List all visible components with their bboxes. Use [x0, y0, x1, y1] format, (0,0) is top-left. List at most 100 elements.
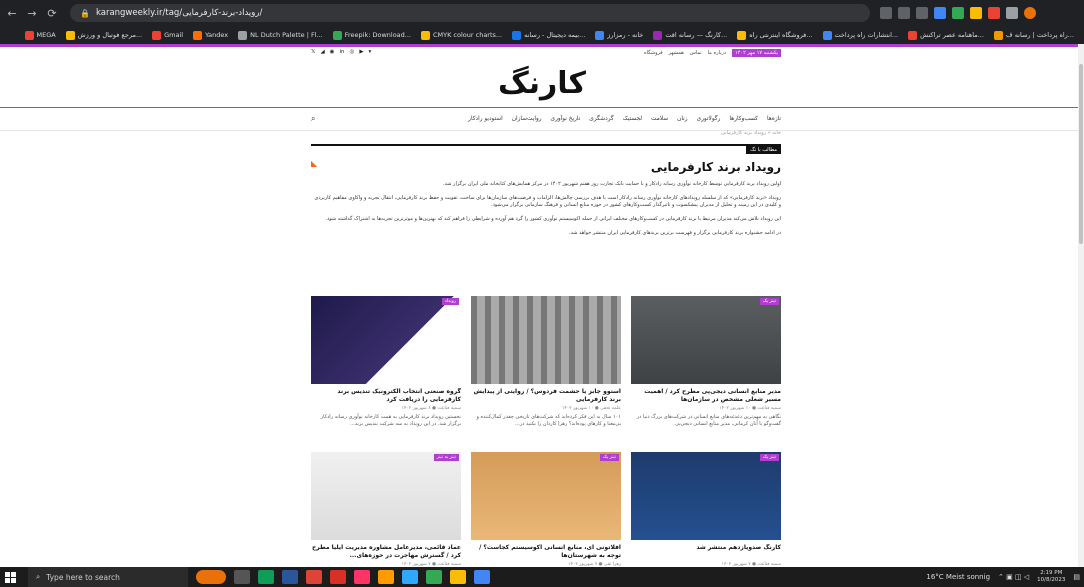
- bookmark-item[interactable]: Yandex: [193, 30, 228, 40]
- indesign-icon[interactable]: [354, 570, 370, 584]
- taskbar-search[interactable]: ⌕ Type here to search: [28, 567, 188, 587]
- word-icon[interactable]: [282, 570, 298, 584]
- article-meta: سمیه قناعت ● ۸ شهریور ۱۴۰۲: [401, 406, 461, 411]
- chrome-icon[interactable]: [306, 570, 322, 584]
- extension-icon[interactable]: [952, 7, 964, 19]
- bookmark-item[interactable]: خانه - رمزارز: [595, 30, 643, 40]
- puzzle-icon[interactable]: [1006, 7, 1018, 19]
- star-icon[interactable]: [916, 7, 928, 19]
- chrome-profile-icon[interactable]: [426, 570, 442, 584]
- top-link[interactable]: همشهر: [669, 50, 684, 56]
- bookmark-item[interactable]: انتشارات راه پرداخت...: [822, 30, 899, 40]
- illustrator-icon[interactable]: [378, 570, 394, 584]
- bookmark-favicon: [193, 30, 203, 40]
- article-image[interactable]: رویداد: [311, 296, 461, 384]
- reload-icon[interactable]: ⟳: [44, 5, 60, 21]
- scrollbar-thumb[interactable]: [1079, 64, 1083, 244]
- bookmark-favicon: [238, 30, 248, 40]
- article-image[interactable]: تیتر به تیتر: [311, 452, 461, 540]
- social-icon[interactable]: ◎: [350, 49, 355, 55]
- article-card[interactable]: رویداد گروه صنعتی انتخاب الکترونیک تندیس …: [311, 296, 461, 428]
- share-icon[interactable]: [898, 7, 910, 19]
- nav-item[interactable]: کسب‌وکارها: [729, 116, 758, 122]
- nav-item[interactable]: گردشگری: [589, 116, 613, 122]
- article-card[interactable]: تیتر یک افلاتونی آی، منابع انسانی اکوسیست…: [471, 452, 621, 567]
- windows-taskbar: ⌕ Type here to search 16°C Meist sonnig ⌃…: [0, 567, 1084, 587]
- breadcrumb: خانه » رویداد برند کارفرمایی: [721, 130, 781, 136]
- article-image[interactable]: تیتر یک: [631, 452, 781, 540]
- article-card[interactable]: تیتر به تیتر عماد قائمی، مدیرعامل مشاوره …: [311, 452, 461, 567]
- article-title[interactable]: عماد قائمی، مدیرعامل مشاوره مدیریت ایلیا…: [311, 544, 461, 560]
- nav-item[interactable]: سلامت: [651, 116, 668, 122]
- article-title[interactable]: کارنگ صدویازدهم منتشر شد: [631, 544, 781, 560]
- profile-avatar[interactable]: [1024, 7, 1036, 19]
- social-icon[interactable]: ◢: [320, 49, 324, 55]
- social-icon[interactable]: ◉: [330, 49, 335, 55]
- extension-icon[interactable]: [988, 7, 1000, 19]
- article-title[interactable]: گروه صنعتی انتخاب الکترونیک تندیس برند ک…: [311, 388, 461, 404]
- article-card[interactable]: تیتر یک کارنگ صدویازدهم منتشر شد سمیه قناع…: [631, 452, 781, 567]
- search-icon[interactable]: ⌕: [311, 114, 315, 124]
- site-logo[interactable]: کارنگ: [487, 66, 597, 102]
- article-image[interactable]: تیتر یک: [471, 452, 621, 540]
- tray-icons[interactable]: ⌃ ▣ ◫ ◁: [998, 573, 1029, 581]
- clock[interactable]: 2:19 PM 10/8/2023: [1037, 570, 1065, 584]
- bookmark-item[interactable]: مرجع فوتبال و ورزش...: [65, 30, 142, 40]
- top-link[interactable]: تماس: [690, 50, 702, 56]
- bookmark-label: Freepik: Download...: [344, 31, 411, 39]
- top-link[interactable]: درباره ما: [708, 50, 726, 56]
- extension-icon[interactable]: [970, 7, 982, 19]
- bookmark-item[interactable]: کارنگ — رسانه اقت...: [653, 30, 727, 40]
- bookmark-item[interactable]: CMYK colour charts...: [420, 30, 502, 40]
- address-bar[interactable]: 🔒 karangweekly.ir/tag/رویداد-برند-کارفرما…: [70, 4, 870, 22]
- nav-item[interactable]: لجستیک: [623, 116, 642, 122]
- bookmark-item[interactable]: راه پرداخت | رسانه ف...: [993, 30, 1074, 40]
- edge-icon[interactable]: [258, 570, 274, 584]
- social-icon[interactable]: 𝕏: [311, 49, 315, 55]
- address-row: ← → ⟳ 🔒 karangweekly.ir/tag/رویداد-برند-ک…: [0, 0, 1084, 26]
- article-title[interactable]: مدیر منابع انسانی دیجی‌پی مطرح کرد / اهم…: [631, 388, 781, 404]
- page-scrollbar[interactable]: [1078, 44, 1084, 567]
- bookmark-item[interactable]: NL Dutch Palette | Fl...: [238, 30, 323, 40]
- bookmark-label: فروشگاه اینترنتی راه...: [749, 31, 813, 39]
- social-icon[interactable]: ▶: [359, 49, 363, 55]
- bookmark-item[interactable]: Freepik: Download...: [332, 30, 411, 40]
- article-card[interactable]: استوو جابز یا حشمت فردوس؟ / روایتی از پی…: [471, 296, 621, 428]
- acrobat-icon[interactable]: [330, 570, 346, 584]
- bookmark-item[interactable]: Gmail: [152, 30, 183, 40]
- photoshop-icon[interactable]: [402, 570, 418, 584]
- intro-paragraph: رویداد «برند کارفرمایی» که از سلسله روید…: [314, 195, 781, 208]
- article-image[interactable]: [471, 296, 621, 384]
- app-icon[interactable]: [474, 570, 490, 584]
- weather-status[interactable]: 16°C Meist sonnig: [926, 573, 990, 581]
- bookmark-item[interactable]: بیمه دیجیتال - رسانه...: [512, 30, 585, 40]
- windows-start-icon[interactable]: [0, 567, 20, 587]
- notification-icon[interactable]: ▤: [1073, 573, 1080, 581]
- nav-item[interactable]: تاریخ نوآوری: [551, 116, 581, 122]
- page-title: رویداد برند کارفرمایی: [650, 160, 781, 174]
- social-icon[interactable]: ▾: [369, 49, 372, 55]
- extension-icon[interactable]: [934, 7, 946, 19]
- widget-icon[interactable]: [196, 570, 226, 584]
- bookmark-item[interactable]: MEGA: [24, 30, 56, 40]
- article-card[interactable]: تیتر یک مدیر منابع انسانی دیجی‌پی مطرح کر…: [631, 296, 781, 428]
- file-explorer-icon[interactable]: [450, 570, 466, 584]
- article-title[interactable]: افلاتونی آی، منابع انسانی اکوسیستم کجاست…: [471, 544, 621, 560]
- bookmark-label: انتشارات راه پرداخت...: [834, 31, 899, 39]
- article-title[interactable]: استوو جابز یا حشمت فردوس؟ / روایتی از پی…: [471, 388, 621, 404]
- nav-item[interactable]: تازه‌ها: [767, 116, 781, 122]
- task-view-icon[interactable]: [234, 570, 250, 584]
- social-icon[interactable]: in: [339, 49, 344, 55]
- nav-item[interactable]: زنان: [677, 116, 687, 122]
- bookmark-label: راه پرداخت | رسانه ف...: [1005, 31, 1074, 39]
- nav-item[interactable]: استودیو رادکار: [468, 116, 503, 122]
- article-image[interactable]: تیتر یک: [631, 296, 781, 384]
- bookmark-item[interactable]: فروشگاه اینترنتی راه...: [737, 30, 813, 40]
- nav-item[interactable]: رگولاتوری: [697, 116, 721, 122]
- back-icon[interactable]: ←: [4, 5, 20, 21]
- forward-icon[interactable]: →: [24, 5, 40, 21]
- top-link[interactable]: فروشگاه: [644, 50, 663, 56]
- nav-item[interactable]: روایت‌سازان: [512, 116, 542, 122]
- bookmark-item[interactable]: ماهنامه عصر تراکنش...: [908, 30, 984, 40]
- zoom-icon[interactable]: [880, 7, 892, 19]
